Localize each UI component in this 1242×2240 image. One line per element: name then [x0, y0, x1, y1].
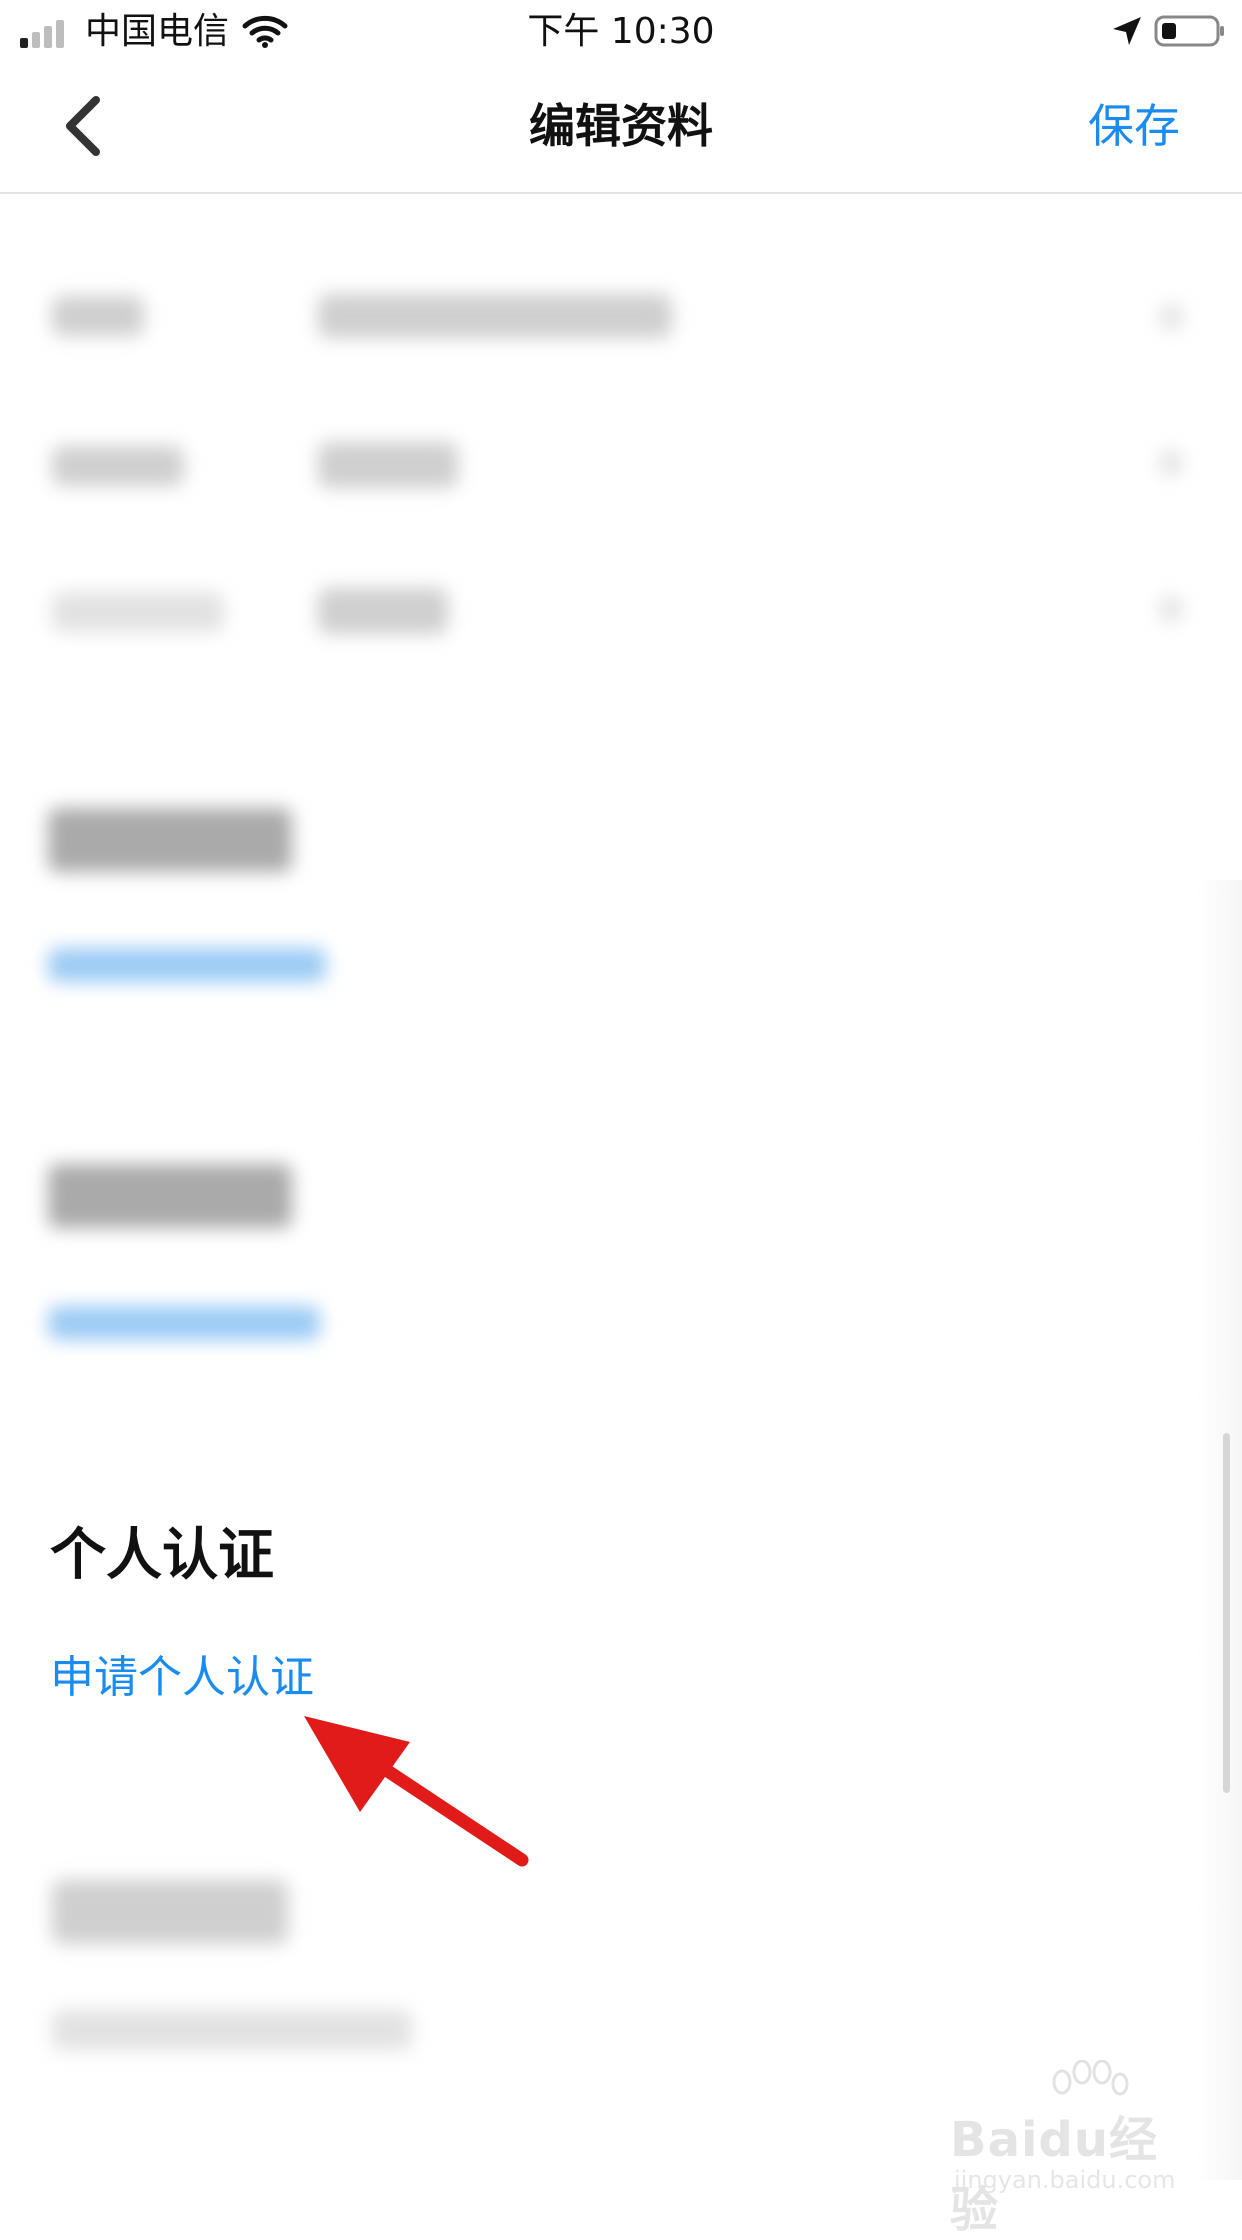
redacted-row-value[interactable]: [318, 294, 672, 338]
redacted-section-title: [48, 1164, 292, 1228]
nav-bar: 编辑资料 保存: [0, 64, 1242, 194]
annotation-arrow-icon: [304, 1716, 529, 1867]
redacted-row-chevron: [1160, 304, 1182, 330]
battery-icon: [1154, 15, 1224, 47]
redacted-section-link[interactable]: [48, 948, 326, 982]
redacted-section-title: [48, 808, 292, 872]
baidu-watermark: Baidu经验 jingyan.baidu.com: [950, 2060, 1190, 2238]
redacted-row-label: [52, 446, 184, 486]
section-title-verification: 个人认证: [50, 1523, 274, 1588]
page-title: 编辑资料: [529, 99, 713, 153]
status-bar: 中国电信 下午 10:30: [0, 0, 1242, 64]
redacted-section-link[interactable]: [48, 1306, 320, 1340]
location-arrow-icon: [1113, 17, 1141, 45]
redacted-row-chevron: [1160, 596, 1182, 622]
redacted-row-value[interactable]: [318, 442, 458, 488]
scroll-track: [1196, 880, 1242, 2180]
redacted-row-value[interactable]: [318, 588, 448, 634]
save-button[interactable]: 保存: [1088, 94, 1180, 158]
redacted-row-chevron: [1160, 450, 1182, 476]
redacted-row-label: [52, 592, 224, 632]
redacted-section-text: [52, 2010, 412, 2050]
scrollbar[interactable]: [1223, 1433, 1230, 1793]
redacted-section-title: [52, 1880, 288, 1944]
status-time: 下午 10:30: [527, 11, 715, 52]
redacted-row-label: [52, 296, 144, 336]
apply-verification-link[interactable]: 申请个人认证: [50, 1648, 314, 1708]
watermark-url: jingyan.baidu.com: [954, 2166, 1176, 2194]
